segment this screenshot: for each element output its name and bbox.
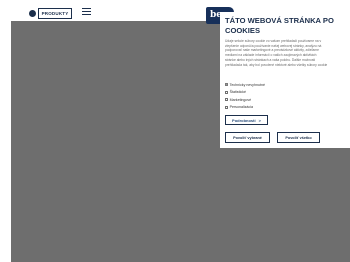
option-label: Marketingové (229, 97, 252, 102)
chevron-right-icon: > (258, 117, 261, 123)
allow-selected-button[interactable]: Povoliť vybrané (225, 132, 270, 143)
menu-line-icon (82, 14, 91, 15)
dialog-description: Údaje sekcie súbory cookie vo vašom preh… (225, 39, 345, 67)
option-marketing[interactable]: Marketingové (225, 96, 265, 104)
cookie-consent-dialog: TÁTO WEBOVÁ STRÁNKA PO COOKIES Údaje sek… (220, 12, 350, 148)
option-label: Personalizácia (229, 105, 253, 110)
details-button[interactable]: Podrobnosti > (225, 115, 268, 125)
checkbox-checked[interactable] (225, 83, 228, 87)
details-label: Podrobnosti (232, 117, 256, 123)
checkbox[interactable] (225, 98, 228, 102)
description-line: prehliadača tak, aby bol povolené niekto… (225, 62, 328, 67)
menu-line-icon (82, 8, 91, 9)
hamburger-menu-icon[interactable] (82, 8, 91, 18)
menu-line-icon (82, 11, 91, 12)
option-label: Štatistické (229, 90, 246, 95)
globe-icon[interactable] (29, 10, 36, 17)
option-technical[interactable]: Technicky nevyhnutné (225, 81, 265, 89)
checkbox[interactable] (225, 90, 228, 94)
page: PRODUKTY be TÁTO WEBOVÁ STRÁNKA PO COOKI… (0, 0, 350, 262)
dialog-title: TÁTO WEBOVÁ STRÁNKA PO COOKIES (225, 16, 350, 35)
option-label: Technicky nevyhnutné (229, 82, 265, 87)
option-personalization[interactable]: Personalizácia (225, 104, 265, 112)
checkbox[interactable] (225, 105, 228, 109)
allow-all-button[interactable]: Povoliť všetko (277, 132, 320, 143)
dialog-title-line: COOKIES (225, 25, 261, 35)
products-button[interactable]: PRODUKTY (38, 8, 72, 19)
cookie-options: Technicky nevyhnutné Štatistické Marketi… (225, 81, 265, 111)
dialog-title-line: TÁTO WEBOVÁ STRÁNKA PO (225, 16, 334, 25)
option-statistics[interactable]: Štatistické (225, 89, 265, 97)
